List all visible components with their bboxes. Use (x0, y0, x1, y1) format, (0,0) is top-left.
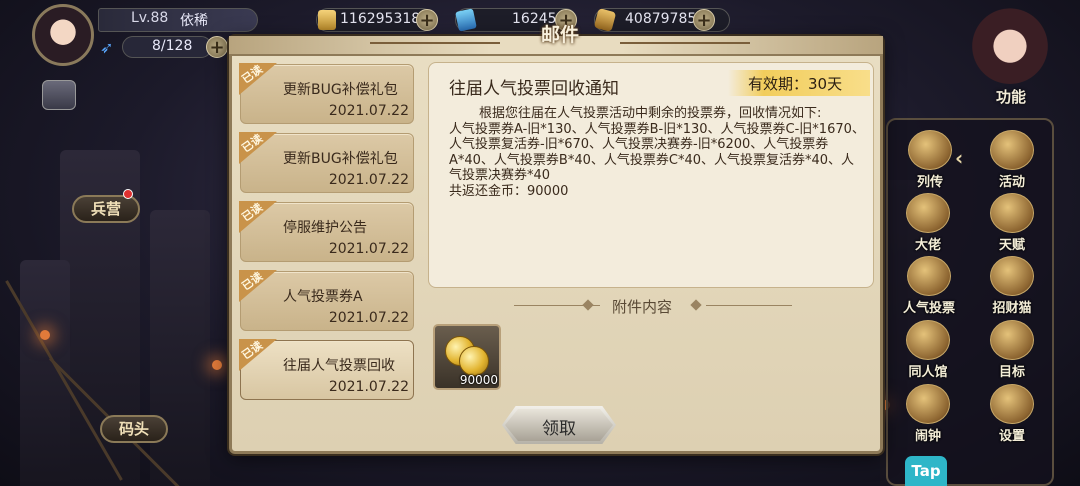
menu-item-talent[interactable]: 天赋 (980, 193, 1044, 255)
lucky-cat-icon (990, 256, 1034, 296)
add-coin-button[interactable]: + (693, 9, 715, 31)
player-avatar[interactable] (32, 4, 94, 66)
alarm-clock-icon (906, 384, 950, 424)
read-tag: 已读 (239, 270, 277, 302)
menu-item-alarm[interactable]: 闹钟 (896, 384, 960, 446)
book-icon (908, 130, 952, 170)
menu-item-lucky-cat[interactable]: 招财猫 (980, 256, 1044, 318)
gold-ingot-icon (318, 10, 336, 30)
menu-item-label: 活动 (998, 175, 1025, 190)
menu-item-label: 同人馆 (908, 365, 948, 380)
mail-list-item-selected[interactable]: 已读 往届人气投票回收 2021.07.22 (239, 339, 414, 400)
target-shield-icon (990, 320, 1034, 360)
boss-icon (906, 193, 950, 233)
title-ornament-right (620, 42, 750, 44)
mail-date: 2021.07.22 (328, 103, 409, 119)
menu-item-label: 天赋 (998, 238, 1025, 253)
blue-ticket-icon (455, 8, 477, 32)
gear-icon (990, 384, 1034, 424)
mail-list-item[interactable]: 已读 更新BUG补偿礼包 2021.07.22 (239, 63, 414, 124)
mail-title: 往届人气投票回收 (283, 358, 395, 374)
read-tag: 已读 (239, 132, 277, 164)
mail-detail-body: 根据您往届在人气投票活动中剩余的投票券，回收情况如下: 人气投票券A-旧*130… (449, 106, 865, 199)
menu-item-label: 目标 (998, 365, 1025, 380)
claim-button[interactable]: 领取 (502, 406, 616, 444)
mail-list-item[interactable]: 已读 停服维护公告 2021.07.22 (239, 201, 414, 262)
menu-item-label: 大佬 (914, 238, 941, 253)
stamina-icon: ➶ (100, 38, 114, 57)
mail-date: 2021.07.22 (328, 310, 409, 326)
mail-title: 停服维护公告 (283, 220, 367, 236)
menu-item-label: 闹钟 (914, 429, 941, 444)
attachments-title: 附件内容 (611, 298, 672, 316)
mail-date: 2021.07.22 (328, 172, 409, 188)
mail-title: 更新BUG补偿礼包 (283, 82, 398, 98)
menu-item-label: 设置 (998, 429, 1025, 444)
menu-item-events[interactable]: 活动 (980, 130, 1044, 192)
menu-item-biography[interactable]: 列传 (898, 130, 962, 192)
mail-date: 2021.07.22 (328, 379, 409, 395)
validity-text: 有效期：30天 (748, 75, 843, 93)
function-character-button[interactable] (968, 0, 1052, 84)
mail-title: 更新BUG补偿礼包 (283, 151, 398, 167)
gold-coin-icon (459, 346, 489, 376)
menu-item-label: 招财猫 (992, 301, 1032, 316)
barracks-button[interactable]: 兵营 (72, 195, 140, 223)
level-name-box (98, 8, 258, 32)
menu-item-popularity-vote[interactable]: 人气投票 (896, 256, 962, 318)
menu-item-settings[interactable]: 设置 (980, 384, 1044, 446)
menu-item-label: 列传 (916, 175, 943, 190)
resource-ingot-value: 116295318 (340, 11, 421, 27)
vote-icon (907, 256, 951, 296)
claim-button-label: 领取 (542, 419, 576, 439)
tap-button[interactable]: Tap (905, 456, 947, 486)
mail-detail-title: 往届人气投票回收通知 (449, 79, 619, 99)
left-book-icon[interactable] (42, 80, 76, 110)
mail-list-item[interactable]: 已读 人气投票券A 2021.07.22 (239, 270, 414, 331)
mail-paragraph: 人气投票券A-旧*130、人气投票券B-旧*130、人气投票券C-旧*1670、… (449, 121, 865, 184)
read-tag: 已读 (239, 339, 277, 371)
gallery-icon (906, 320, 950, 360)
menu-item-boss[interactable]: 大佬 (896, 193, 960, 255)
dock-button[interactable]: 码头 (100, 415, 168, 443)
function-button-label[interactable]: 功能 (982, 86, 1040, 112)
notification-dot (123, 189, 133, 199)
mail-paragraph: 共返还金币：90000 (449, 183, 569, 199)
attachment-divider-right (706, 305, 792, 306)
star-medal-icon (990, 130, 1034, 170)
menu-item-label: 人气投票 (902, 301, 955, 316)
eagle-crest-icon (990, 193, 1034, 233)
mail-list-item[interactable]: 已读 更新BUG补偿礼包 2021.07.22 (239, 132, 414, 193)
read-tag: 已读 (239, 63, 277, 95)
read-tag: 已读 (239, 201, 277, 233)
player-name: 依稀 (180, 13, 208, 29)
mail-date: 2021.07.22 (328, 241, 409, 257)
mail-title: 人气投票券A (283, 289, 363, 305)
menu-item-gallery[interactable]: 同人馆 (896, 320, 960, 382)
player-level: Lv.88 (131, 10, 169, 26)
add-ingot-button[interactable]: + (416, 9, 438, 31)
mail-paragraph: 根据您往届在人气投票活动中剩余的投票券，回收情况如下: (479, 106, 822, 121)
add-stamina-button[interactable]: + (206, 36, 228, 58)
mail-list: 已读 更新BUG补偿礼包 2021.07.22 已读 更新BUG补偿礼包 202… (236, 60, 422, 403)
menu-item-goals[interactable]: 目标 (980, 320, 1044, 382)
stamina-value: 8/128 (152, 38, 193, 54)
dialog-title: 邮件 (540, 24, 579, 46)
resource-coin-value: 40879785 (625, 11, 697, 27)
title-ornament-left (370, 42, 500, 44)
attachment-count: 90000 (459, 373, 498, 387)
